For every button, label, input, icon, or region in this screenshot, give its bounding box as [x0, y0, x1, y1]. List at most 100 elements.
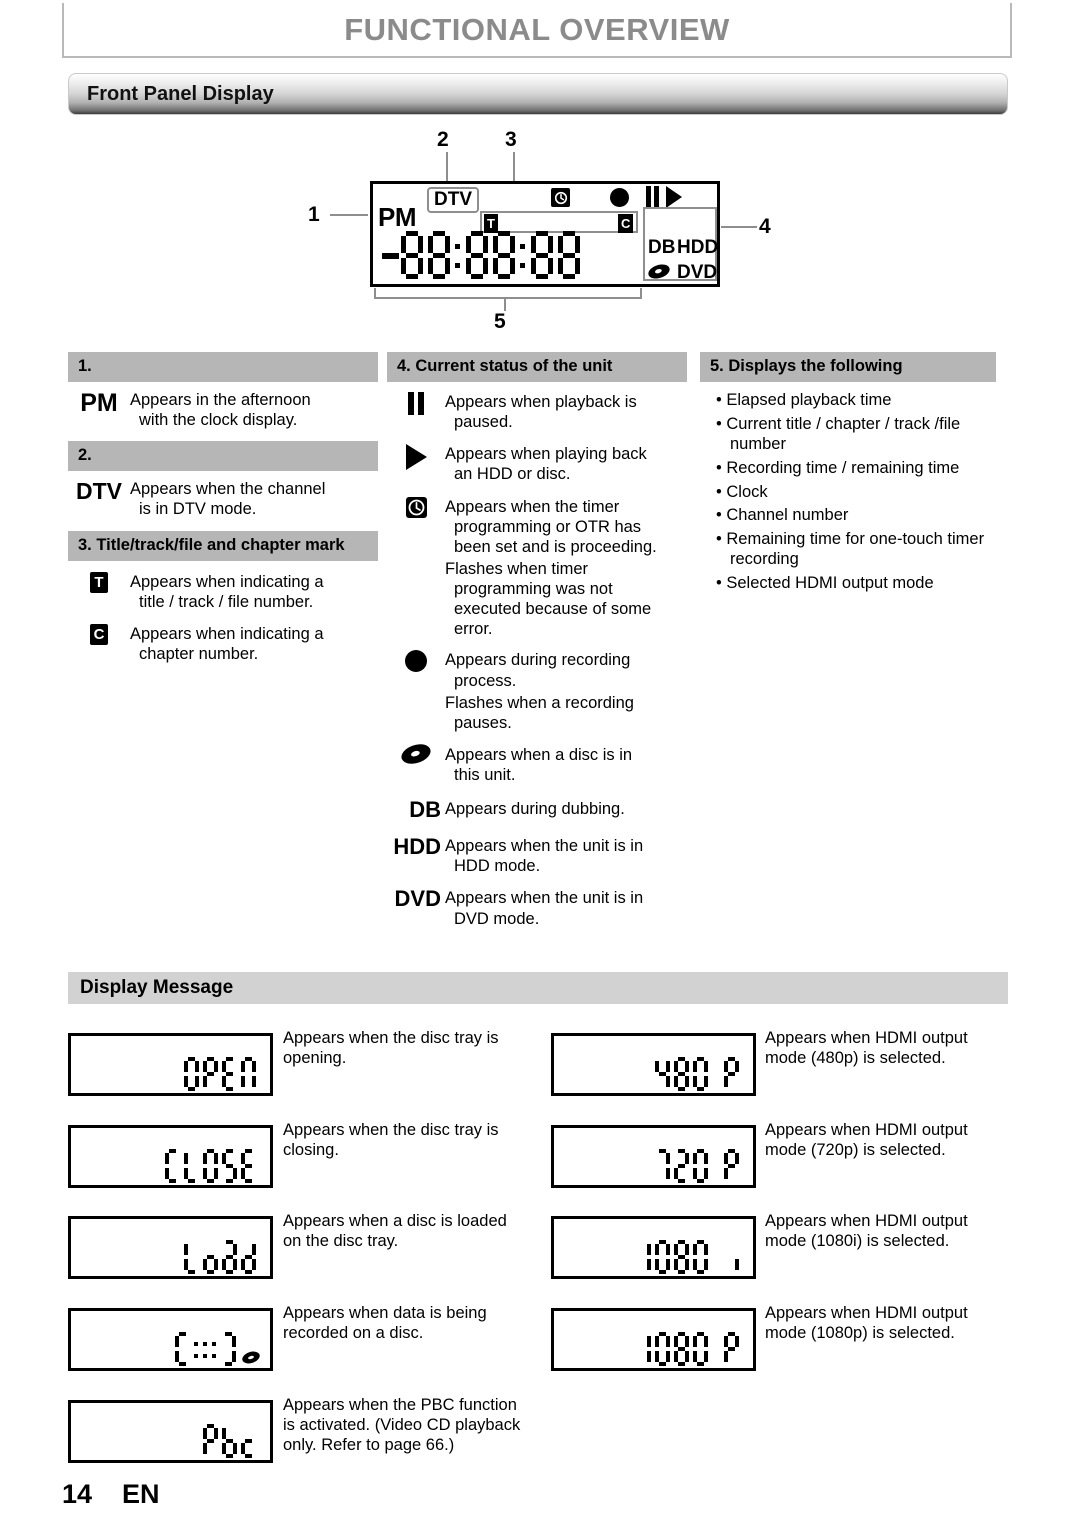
lcd-desc-close: Appears when the disc tray is closing. [283, 1120, 538, 1160]
list-item: Elapsed playback time [716, 390, 996, 411]
status-entry-dvd: DVD Appears when the unit is in DVD mode… [387, 888, 687, 928]
lcd-box-720p [551, 1125, 756, 1188]
lcd-desc-recording: Appears when data is being recorded on a… [283, 1303, 538, 1343]
callout-2: 2 [437, 128, 449, 151]
pbc-line-1: Appears when the PBC function [283, 1396, 517, 1414]
page-footer: 14 EN [62, 1479, 160, 1510]
legend-entry-chapter: C Appears when indicating a chapter numb… [68, 623, 378, 664]
list-item: Recording time / remaining time [716, 458, 996, 479]
disc-description: Appears when a disc is in this unit. [445, 745, 632, 785]
play-line-2: an HDD or disc. [454, 465, 571, 484]
disc-icon [387, 740, 445, 785]
list-item: Selected HDMI output mode [716, 573, 996, 594]
dvd-description: Appears when the unit is in DVD mode. [445, 888, 643, 928]
pm-line-2: with the clock display. [139, 411, 298, 430]
pbc-line-3: only. Refer to page 66.) [283, 1436, 455, 1455]
p720-line-1: Appears when HDMI output [765, 1121, 968, 1139]
pm-line-1: Appears in the afternoon [130, 391, 311, 409]
status-entry-db: DB Appears during dubbing. [387, 799, 687, 821]
close-line-2: closing. [283, 1141, 339, 1160]
chapter-badge: C [618, 214, 634, 233]
displays-list: Elapsed playback time Current title / ch… [716, 390, 996, 594]
timer-icon [387, 496, 445, 640]
i1080-line-2: mode (1080i) is selected. [765, 1232, 950, 1251]
status-entry-pause: Appears when playback is paused. [387, 392, 687, 432]
lcd-box-open [68, 1033, 273, 1096]
lcd-box-1080p [551, 1308, 756, 1371]
bracket-5 [374, 288, 642, 299]
dvd-line-1: Appears when the unit is in [445, 889, 644, 908]
chapter-title-box: FUNCTIONAL OVERVIEW [62, 3, 1012, 58]
legend-heading-5: 5. Displays the following [700, 352, 996, 382]
dvd-indicator: DVD [677, 262, 718, 283]
list-item: Channel number [716, 505, 996, 526]
leader-5 [504, 297, 506, 311]
legend-heading-2: 2. [68, 441, 378, 472]
disc-line-2: this unit. [454, 766, 516, 784]
play-icon [666, 186, 682, 208]
load-line-2: on the disc tray. [283, 1232, 399, 1251]
close-line-1: Appears when the disc tray is [283, 1121, 499, 1139]
title-badge-square: T [90, 571, 108, 593]
lcd-desc-480p: Appears when HDMI output mode (480p) is … [765, 1028, 1015, 1068]
title-line-2: title / track / file number. [139, 592, 314, 611]
timer-description: Appears when the timer programming or OT… [445, 497, 657, 640]
dvd-symbol: DVD [394, 886, 441, 912]
lcd-desc-load: Appears when a disc is loaded on the dis… [283, 1211, 538, 1251]
p1080-line-2: mode (1080p) is selected. [765, 1324, 955, 1343]
lcd-desc-1080p: Appears when HDMI output mode (1080p) is… [765, 1303, 1015, 1343]
dvd-line-2: DVD mode. [454, 909, 540, 928]
open-line-1: Appears when the disc tray is [283, 1029, 499, 1047]
pause-line-1: Appears when playback is [445, 393, 637, 411]
load-line-1: Appears when a disc is loaded [283, 1212, 507, 1230]
leader-1 [330, 214, 368, 216]
pm-symbol: PM [80, 389, 118, 417]
lcd-desc-1080i: Appears when HDMI output mode (1080i) is… [765, 1211, 1015, 1251]
legend-heading-1: 1. [68, 352, 378, 382]
pause-icon [646, 186, 662, 208]
callout-4: 4 [759, 215, 771, 238]
hdd-symbol: HDD [393, 834, 441, 860]
dtv-line-2: is in DTV mode. [139, 500, 257, 519]
legend-entry-pm: PM Appears in the afternoon with the clo… [68, 390, 378, 430]
timer-extra-1: Flashes when timer [445, 559, 589, 578]
play-line-1: Appears when playing back [445, 445, 647, 464]
record-extra-1: Flashes when a recording [445, 693, 634, 712]
legend-column-1: 1. PM Appears in the afternoon with the … [68, 352, 378, 664]
timer-extra-2: programming was not [454, 580, 613, 598]
record-icon [610, 188, 629, 207]
dtv-line-1: Appears when the channel [130, 480, 326, 499]
lcd-desc-pbc: Appears when the PBC function is activat… [283, 1395, 543, 1455]
timer-icon [551, 188, 570, 207]
page-title: FUNCTIONAL OVERVIEW [344, 11, 730, 47]
dtv-symbol: DTV [76, 478, 122, 505]
status-entry-disc: Appears when a disc is in this unit. [387, 740, 687, 785]
record-line-1: Appears during recording [445, 651, 631, 670]
title-chapter-bar [480, 211, 638, 233]
callout-1: 1 [308, 203, 320, 226]
display-message-heading: Display Message [80, 977, 234, 998]
list-item: Current title / chapter / track /file nu… [716, 414, 996, 455]
lcd-box-480p [551, 1033, 756, 1096]
lcd-box-close [68, 1125, 273, 1188]
timer-extra-3: executed because of some [454, 600, 652, 619]
db-description: Appears during dubbing. [445, 799, 625, 821]
lcd-desc-open: Appears when the disc tray is opening. [283, 1028, 538, 1068]
language-code: EN [122, 1479, 160, 1509]
hdd-line-1: Appears when the unit is in [445, 837, 644, 856]
legend-heading-4: 4. Current status of the unit [387, 352, 687, 382]
disc-line-1: Appears when a disc is in [445, 745, 633, 764]
lcd-box-1080i [551, 1216, 756, 1279]
display-message-bar: Display Message [68, 972, 1008, 1004]
legend-entry-title: T Appears when indicating a title / trac… [68, 571, 378, 612]
section-bar: Front Panel Display [68, 73, 1008, 115]
status-entry-play: Appears when playing back an HDD or disc… [387, 444, 687, 484]
legend-column-2: 4. Current status of the unit Appears wh… [387, 352, 687, 929]
manual-page: FUNCTIONAL OVERVIEW Front Panel Display … [0, 0, 1080, 1526]
title-symbol: T [68, 571, 130, 612]
chapter-line-2: chapter number. [139, 644, 259, 663]
list-item: Clock [716, 482, 996, 503]
lcd-box-recording [68, 1308, 273, 1371]
list-item: Remaining time for one-touch timer recor… [716, 529, 996, 570]
status-entry-record: Appears during recording process. Flashe… [387, 650, 687, 733]
